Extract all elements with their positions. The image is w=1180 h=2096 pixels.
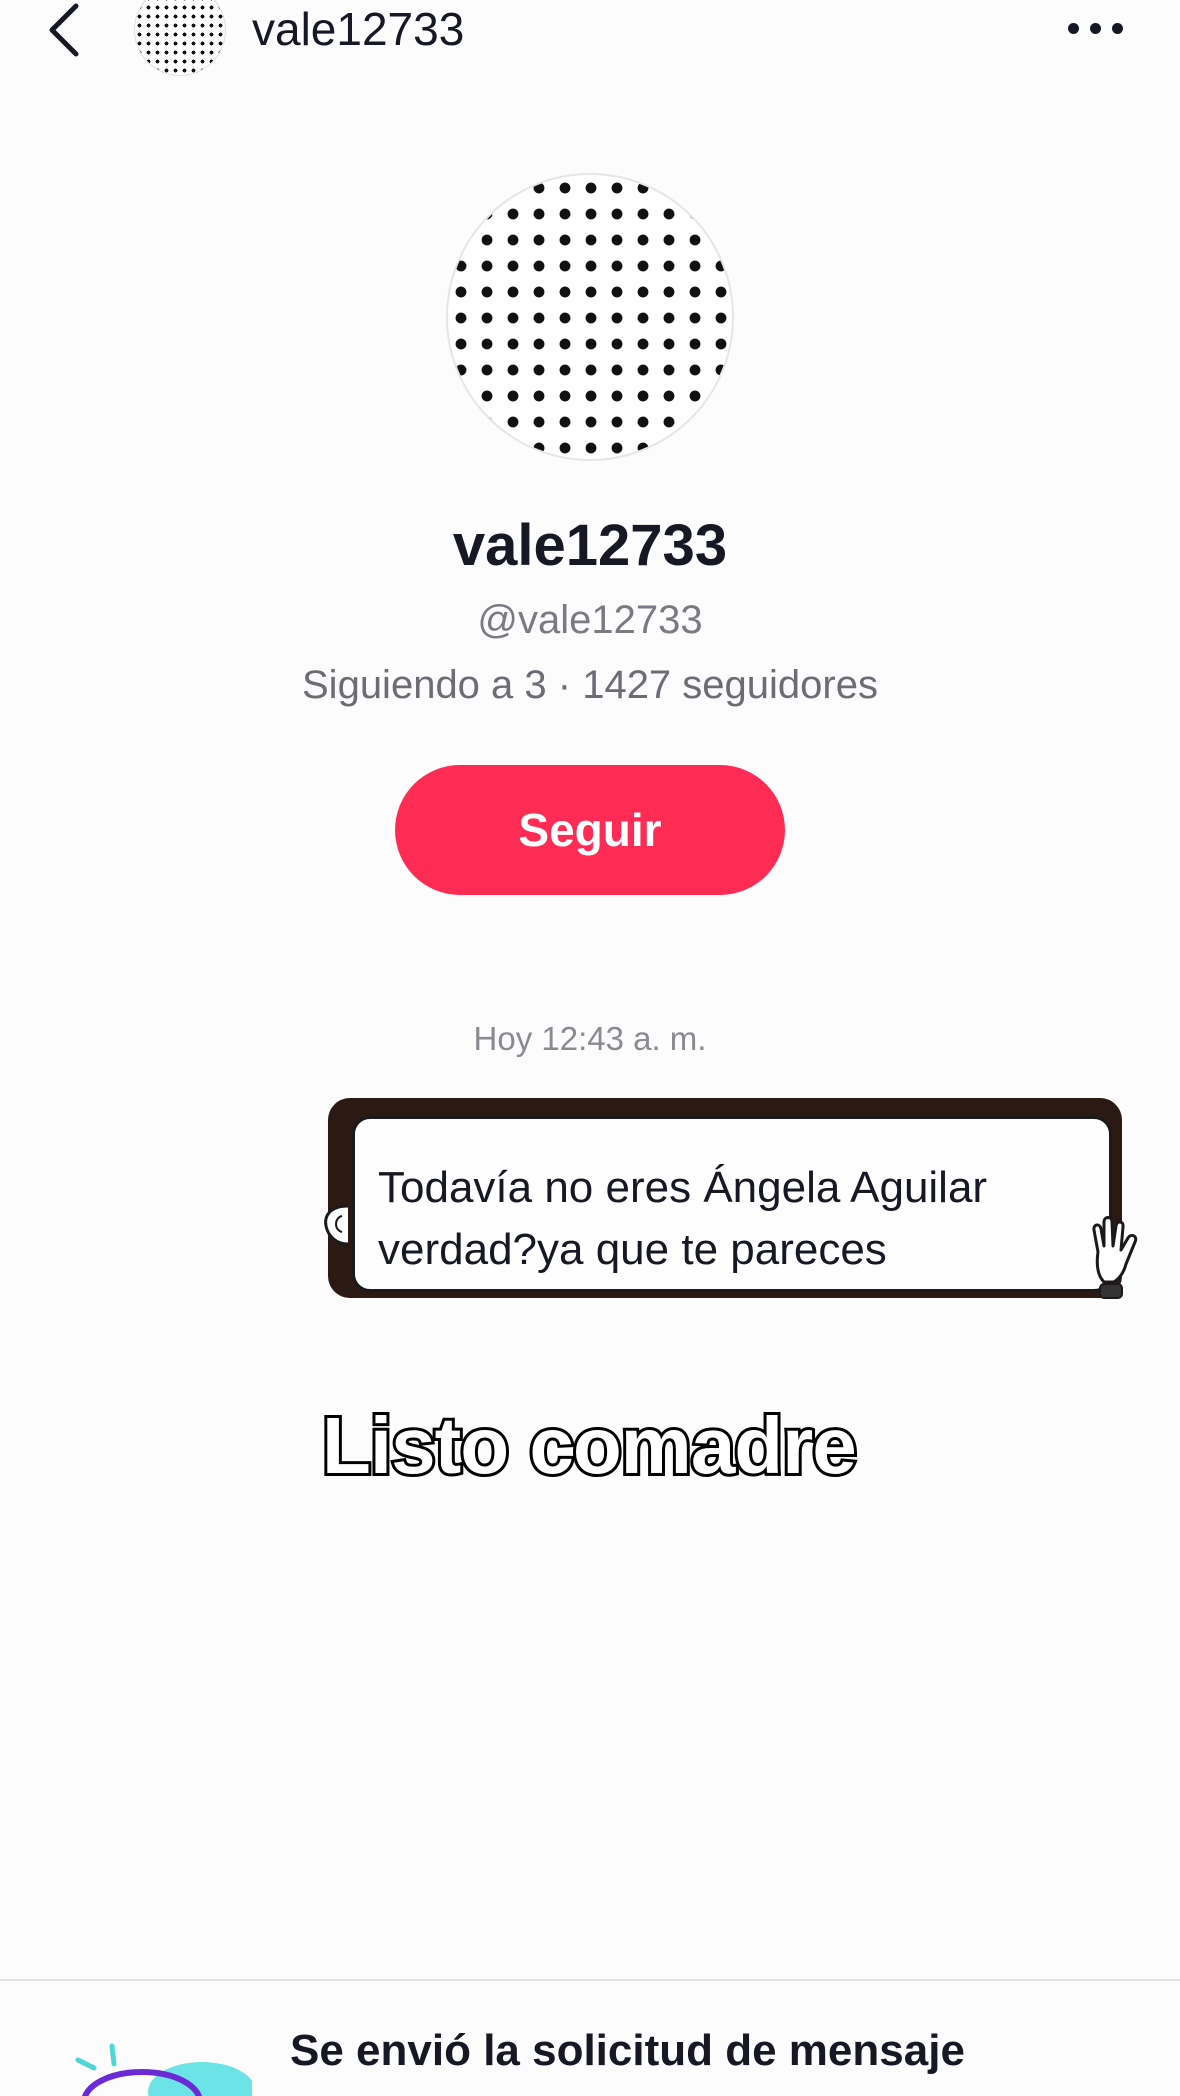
message-timestamp: Hoy 12:43 a. m. [473,1020,707,1057]
profile-avatar[interactable] [446,173,734,461]
profile-handle: @vale12733 [477,598,703,642]
message-request-title: Se envió la solicitud de mensaje [290,2026,965,2075]
video-caption-overlay: Listo comadre [319,1398,860,1493]
profile-stats: Siguiendo a 3 · 1427 seguidores [302,663,878,707]
waving-hand-icon [1092,1216,1138,1299]
footer-divider [0,1979,1180,1981]
message-line: Todavía no eres Ángela Aguilar [378,1163,988,1212]
top-bar: vale12733 [0,0,1180,76]
message-text: Todavía no eres Ángela Aguilar verdad?ya… [378,1157,1118,1281]
ear-icon [324,1204,349,1246]
follow-button[interactable]: Seguir [395,765,785,895]
profile-name: vale12733 [452,513,728,578]
more-options-button[interactable] [1064,20,1126,40]
back-button[interactable] [40,0,90,60]
message-bubble[interactable]: Todavía no eres Ángela Aguilar verdad?ya… [322,1092,1148,1316]
more-horizontal-icon [1068,23,1079,34]
envelope-icon [75,2043,252,2096]
message-line: verdad?ya que te pareces [378,1225,887,1274]
header-username[interactable]: vale12733 [252,2,464,56]
message-request-illustration [72,2040,252,2096]
header-avatar[interactable] [134,0,226,76]
chevron-left-icon [49,3,79,57]
